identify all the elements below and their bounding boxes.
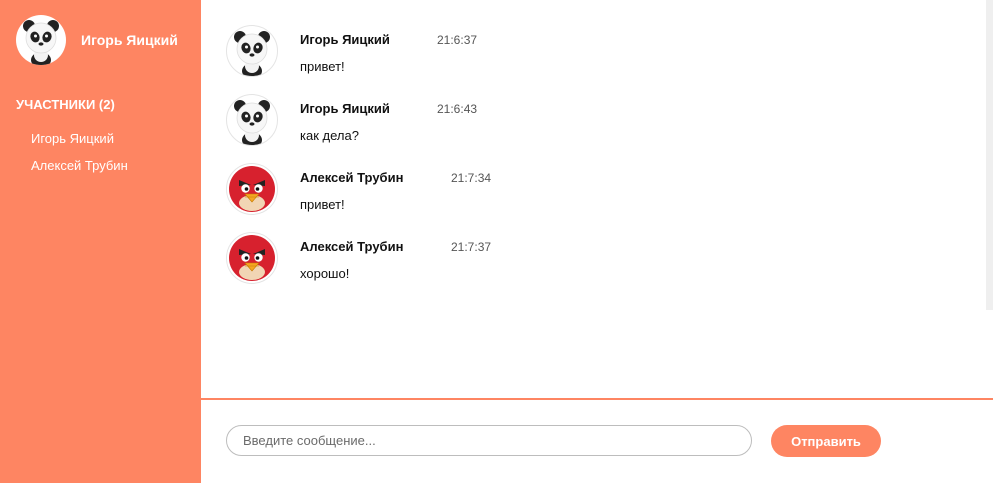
message-item: Игорь Яицкий 21:6:43 как дела? bbox=[226, 94, 826, 154]
angry-bird-avatar-icon bbox=[226, 232, 278, 284]
message-item: Игорь Яицкий 21:6:37 привет! bbox=[226, 25, 826, 85]
participants-list: Игорь Яицкий Алексей Трубин bbox=[31, 131, 128, 185]
message-text: хорошо! bbox=[300, 266, 350, 281]
participants-title: УЧАСТНИКИ (2) bbox=[16, 97, 115, 112]
panda-avatar-icon bbox=[226, 94, 278, 146]
panda-avatar-icon bbox=[16, 15, 66, 65]
panda-avatar-icon bbox=[226, 25, 278, 77]
message-author: Алексей Трубин bbox=[300, 170, 404, 185]
message-list-scrollbar[interactable] bbox=[986, 0, 993, 310]
message-list[interactable]: Игорь Яицкий 21:6:37 привет! Игорь Яицки… bbox=[201, 0, 993, 398]
send-button[interactable]: Отправить bbox=[771, 425, 881, 457]
sidebar: Игорь Яицкий УЧАСТНИКИ (2) Игорь Яицкий … bbox=[0, 0, 201, 483]
message-item: Алексей Трубин 21:7:37 хорошо! bbox=[226, 232, 826, 292]
message-author: Игорь Яицкий bbox=[300, 32, 390, 47]
angry-bird-avatar-icon bbox=[226, 163, 278, 215]
message-text: привет! bbox=[300, 197, 345, 212]
message-text: привет! bbox=[300, 59, 345, 74]
participant-item[interactable]: Игорь Яицкий bbox=[31, 131, 128, 158]
current-user: Игорь Яицкий bbox=[16, 15, 178, 65]
message-input[interactable] bbox=[226, 425, 752, 456]
message-item: Алексей Трубин 21:7:34 привет! bbox=[226, 163, 826, 223]
composer: Отправить bbox=[201, 400, 993, 483]
current-user-name: Игорь Яицкий bbox=[81, 32, 178, 48]
message-time: 21:7:37 bbox=[451, 240, 492, 254]
message-text: как дела? bbox=[300, 128, 359, 143]
message-author: Игорь Яицкий bbox=[300, 101, 390, 116]
participant-item[interactable]: Алексей Трубин bbox=[31, 158, 128, 185]
message-time: 21:6:37 bbox=[437, 33, 478, 47]
message-time: 21:6:43 bbox=[437, 102, 478, 116]
message-time: 21:7:34 bbox=[451, 171, 492, 185]
message-author: Алексей Трубин bbox=[300, 239, 404, 254]
